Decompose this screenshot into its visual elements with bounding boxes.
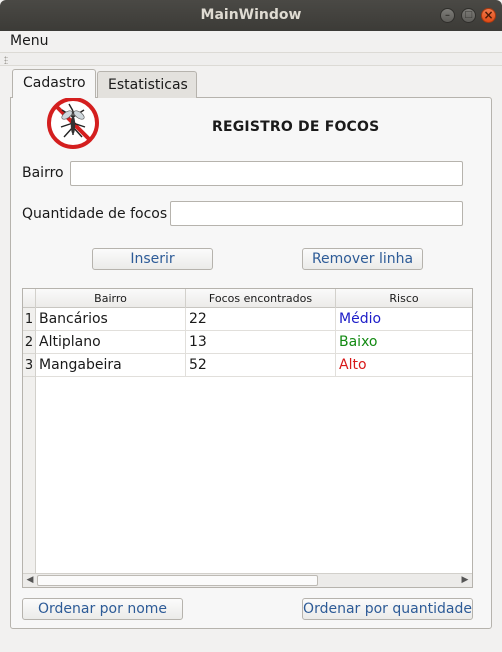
toolbar-area [0,52,502,66]
table-cell-focos[interactable]: 52 [186,354,336,377]
row-header[interactable]: 1 [23,308,36,331]
insert-button[interactable]: Inserir [92,248,213,270]
horizontal-scrollbar[interactable]: ◀ ▶ [23,573,472,587]
column-header-focos[interactable]: Focos encontrados [186,289,336,308]
tab-cadastro[interactable]: Cadastro [12,69,96,98]
sort-by-quantity-button[interactable]: Ordenar por quantidade [302,598,473,620]
column-header-risco[interactable]: Risco [336,289,472,308]
table-header: Bairro Focos encontrados Risco [23,289,472,308]
scroll-left-icon[interactable]: ◀ [23,574,37,587]
table-cell-risco[interactable]: Baixo [336,331,472,354]
window-title: MainWindow [200,7,302,23]
bairro-label: Bairro [22,165,64,181]
minimize-icon[interactable] [440,8,455,23]
table-cell-bairro[interactable]: Mangabeira [36,354,186,377]
bairro-input[interactable] [70,161,463,186]
table-cell-bairro[interactable]: Altiplano [36,331,186,354]
column-header-bairro[interactable]: Bairro [36,289,186,308]
menu-item-menu[interactable]: Menu [10,33,48,49]
row-header[interactable]: 2 [23,331,36,354]
window-titlebar: MainWindow [0,0,502,31]
close-icon[interactable] [481,8,496,23]
mosquito-prohibited-icon [47,97,99,149]
sort-by-name-button[interactable]: Ordenar por nome [22,598,183,620]
scrollbar-thumb[interactable] [37,575,318,586]
page-heading: REGISTRO DE FOCOS [212,119,380,135]
table-cell-bairro[interactable]: Bancários [36,308,186,331]
tab-estatisticas[interactable]: Estatisticas [97,71,197,98]
table-cell-focos[interactable]: 22 [186,308,336,331]
table-corner[interactable] [23,289,36,308]
menubar: Menu [0,31,502,52]
row-header[interactable]: 3 [23,354,36,377]
table-cell-risco[interactable]: Alto [336,354,472,377]
table-cell-focos[interactable]: 13 [186,331,336,354]
maximize-icon[interactable] [461,8,476,23]
toolbar-grip-icon[interactable] [4,56,8,64]
quantidade-input[interactable] [170,201,463,226]
remove-row-button[interactable]: Remover linha [302,248,423,270]
table-cell-risco[interactable]: Médio [336,308,472,331]
row-header-filler [23,377,36,574]
quantidade-label: Quantidade de focos [22,206,168,222]
foci-table[interactable]: Bairro Focos encontrados Risco 1 Bancári… [22,288,473,588]
scroll-right-icon[interactable]: ▶ [458,574,472,587]
